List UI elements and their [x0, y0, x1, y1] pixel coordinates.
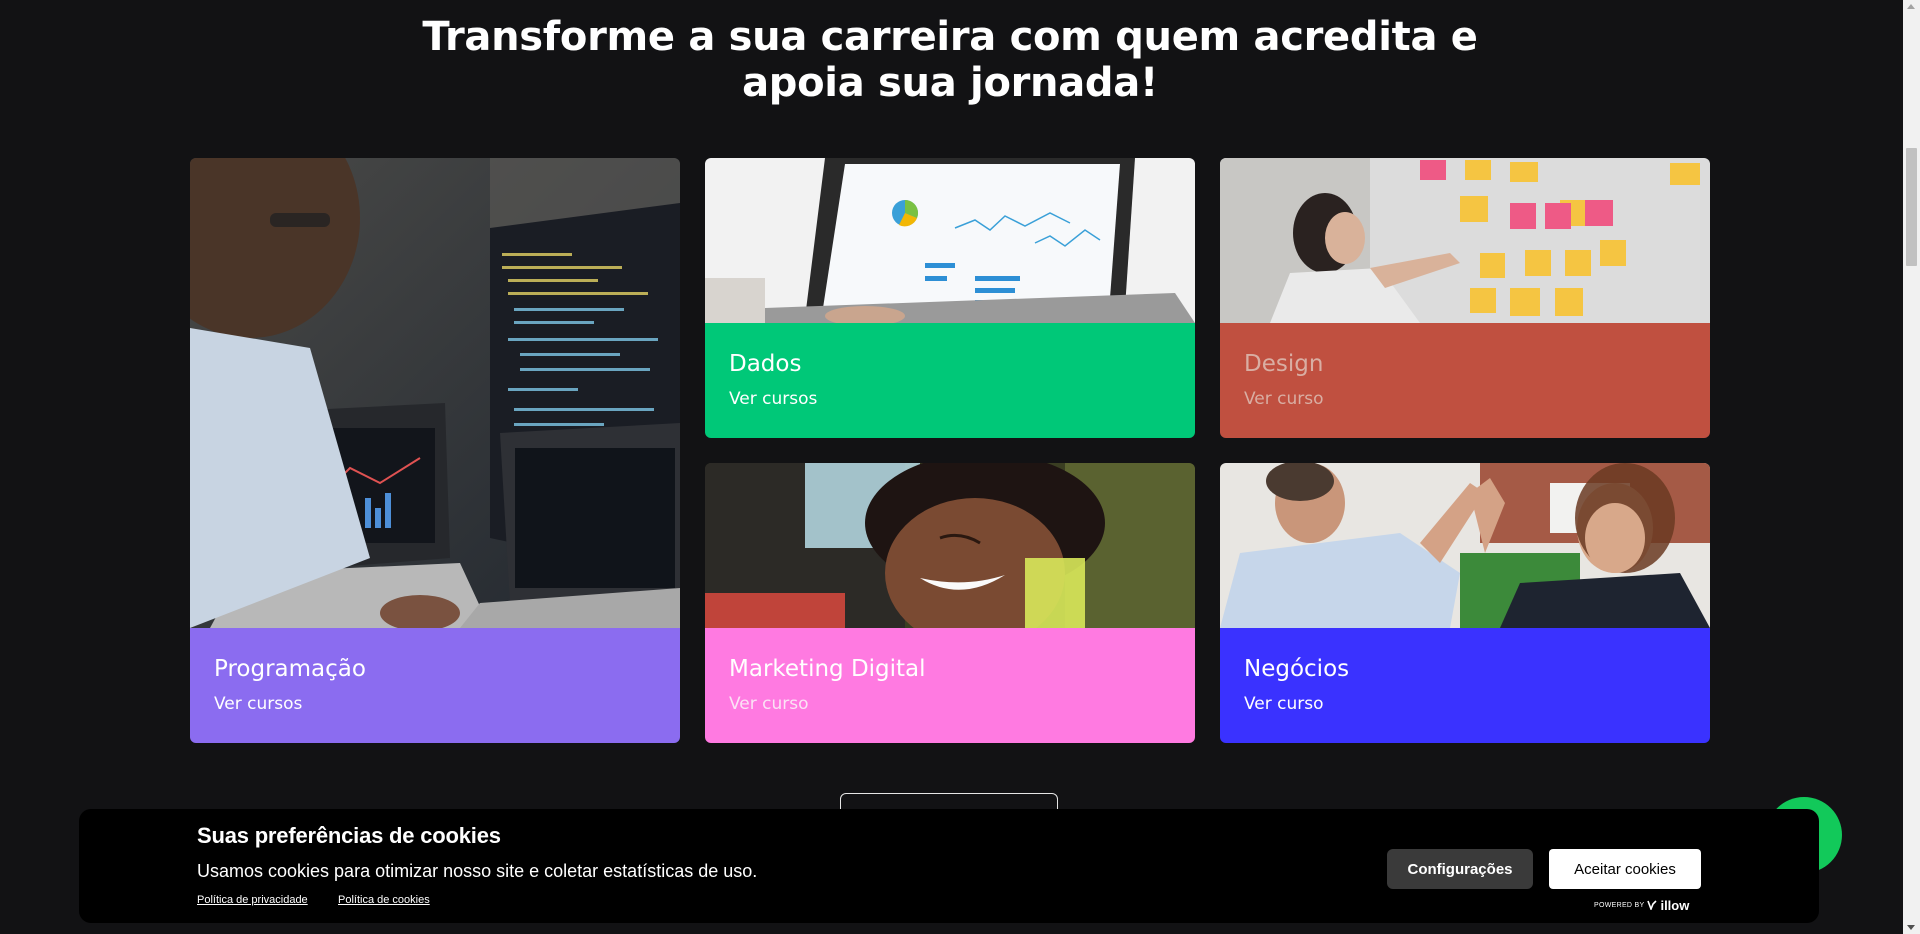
powered-by-label: POWERED BY	[1594, 902, 1645, 909]
card-link[interactable]: Ver curso	[729, 694, 809, 714]
card-panel: Marketing Digital Ver curso	[705, 628, 1195, 743]
headline-line-1: Transforme a sua carreira com quem acred…	[422, 14, 1478, 60]
cookie-title: Suas preferências de cookies	[197, 823, 501, 848]
card-programacao[interactable]: Programação Ver cursos	[190, 158, 680, 743]
laptop-analytics-photo	[705, 158, 1195, 323]
brand-name: illow	[1660, 898, 1690, 913]
privacy-policy-link[interactable]: Política de privacidade	[197, 894, 308, 906]
woman-sticky-notes-photo	[1220, 158, 1710, 323]
card-title: Programação	[214, 656, 366, 682]
page-headline: Transforme a sua carreira com quem acred…	[0, 14, 1900, 106]
card-title: Negócios	[1244, 656, 1350, 682]
card-link[interactable]: Ver curso	[1244, 694, 1324, 714]
card-design[interactable]: Design Ver curso	[1220, 158, 1710, 438]
cookie-settings-button[interactable]: Configurações	[1387, 849, 1533, 889]
powered-by: POWERED BY illow	[1594, 898, 1689, 913]
accept-cookies-button[interactable]: Aceitar cookies	[1549, 849, 1701, 889]
card-panel: Negócios Ver curso	[1220, 628, 1710, 743]
card-negocios[interactable]: Negócios Ver curso	[1220, 463, 1710, 743]
scroll-up-arrow-icon[interactable]	[1907, 4, 1915, 9]
cookie-policy-link[interactable]: Política de cookies	[338, 894, 430, 906]
card-panel: Dados Ver cursos	[705, 323, 1195, 438]
page-scrollbar[interactable]	[1903, 0, 1920, 934]
card-panel: Programação Ver cursos	[190, 628, 680, 743]
card-title: Marketing Digital	[729, 656, 926, 682]
card-link[interactable]: Ver cursos	[729, 389, 817, 409]
headline-line-2: apoia sua jornada!	[742, 60, 1158, 106]
scroll-down-arrow-icon[interactable]	[1907, 925, 1915, 930]
card-link[interactable]: Ver cursos	[214, 694, 302, 714]
card-link[interactable]: Ver curso	[1244, 389, 1324, 409]
developer-laptops-photo	[190, 158, 680, 628]
cookie-text: Usamos cookies para otimizar nosso site …	[197, 861, 758, 881]
illow-logo-icon	[1647, 899, 1658, 912]
cookie-banner: Suas preferências de cookies Usamos cook…	[79, 809, 1819, 923]
card-title: Dados	[729, 351, 802, 377]
card-dados[interactable]: Dados Ver cursos	[705, 158, 1195, 438]
scrollbar-thumb[interactable]	[1906, 148, 1917, 266]
card-marketing-digital[interactable]: Marketing Digital Ver curso	[705, 463, 1195, 743]
business-high-five-photo	[1220, 463, 1710, 628]
card-title: Design	[1244, 351, 1324, 377]
smiling-woman-photo	[705, 463, 1195, 628]
card-panel: Design Ver curso	[1220, 323, 1710, 438]
